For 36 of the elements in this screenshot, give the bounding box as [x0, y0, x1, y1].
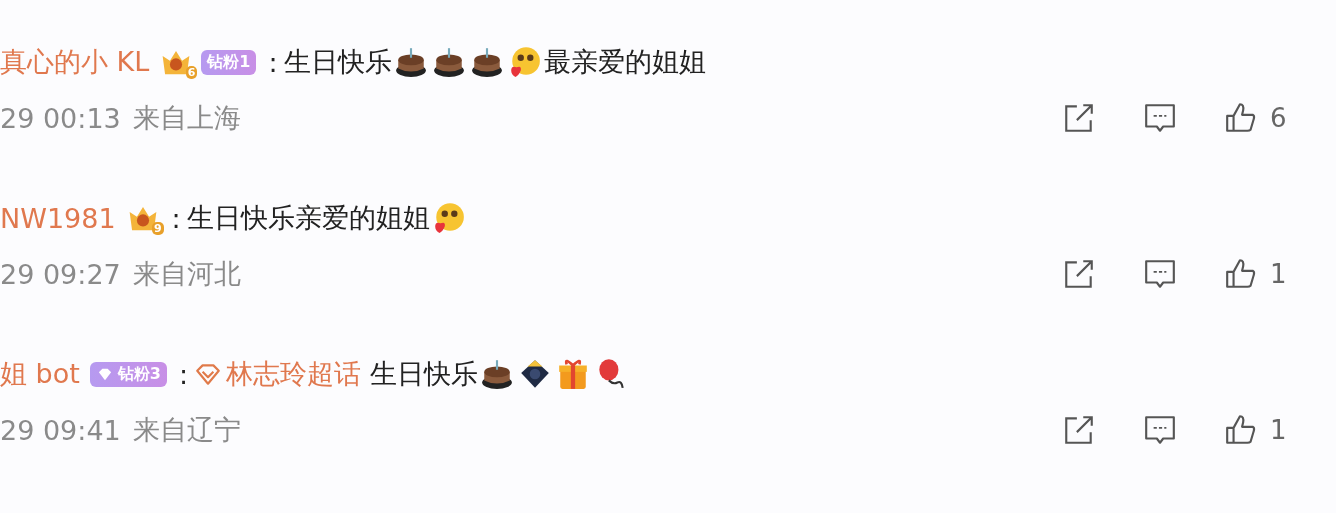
username-link[interactable]: 真心的小 KL — [0, 44, 150, 80]
username-link[interactable]: NW1981 — [0, 202, 116, 234]
comment-icon[interactable] — [1143, 101, 1177, 135]
like-count: 6 — [1270, 103, 1286, 133]
location-text: 来自上海 — [132, 101, 241, 135]
cake-emoji-icon — [469, 45, 504, 79]
colon-text: : — [268, 46, 278, 78]
thumbs-up-icon[interactable] — [1224, 257, 1258, 291]
location-text: 来自辽宁 — [132, 413, 241, 447]
share-icon[interactable] — [1062, 413, 1096, 447]
colon-text: : — [171, 202, 181, 234]
timestamp: 29 09:41 — [0, 414, 121, 446]
fan-label: 钻粉1 — [207, 51, 251, 73]
thumbs-up-icon[interactable] — [1224, 101, 1258, 135]
comment-text: 最亲爱的姐姐 — [543, 45, 706, 79]
location-text: 来自河北 — [132, 257, 241, 291]
cake-emoji-icon — [431, 45, 466, 79]
share-icon[interactable] — [1062, 101, 1096, 135]
share-icon[interactable] — [1062, 257, 1096, 291]
comment-icon[interactable] — [1143, 413, 1177, 447]
like-count: 1 — [1270, 415, 1286, 445]
thumbs-up-icon[interactable] — [1224, 413, 1258, 447]
comment-text: 生日快乐亲爱的姐姐 — [186, 201, 430, 235]
comment-icon[interactable] — [1143, 257, 1177, 291]
comment-text: 生日快乐 — [283, 45, 392, 79]
cake-emoji-icon — [479, 357, 514, 391]
timestamp: 29 09:27 — [0, 258, 121, 290]
fan-label: 钻粉3 — [117, 363, 161, 385]
cake-emoji-icon — [393, 45, 428, 79]
like-count: 1 — [1270, 259, 1286, 289]
topic-link[interactable]: 林志玲超话 — [226, 356, 362, 392]
comment-text: 生日快乐 — [368, 357, 478, 391]
timestamp: 29 00:13 — [0, 102, 121, 134]
username-link[interactable]: 姐 bot — [0, 356, 80, 392]
colon-text: : — [178, 358, 189, 390]
diamond-icon[interactable] — [194, 362, 223, 386]
